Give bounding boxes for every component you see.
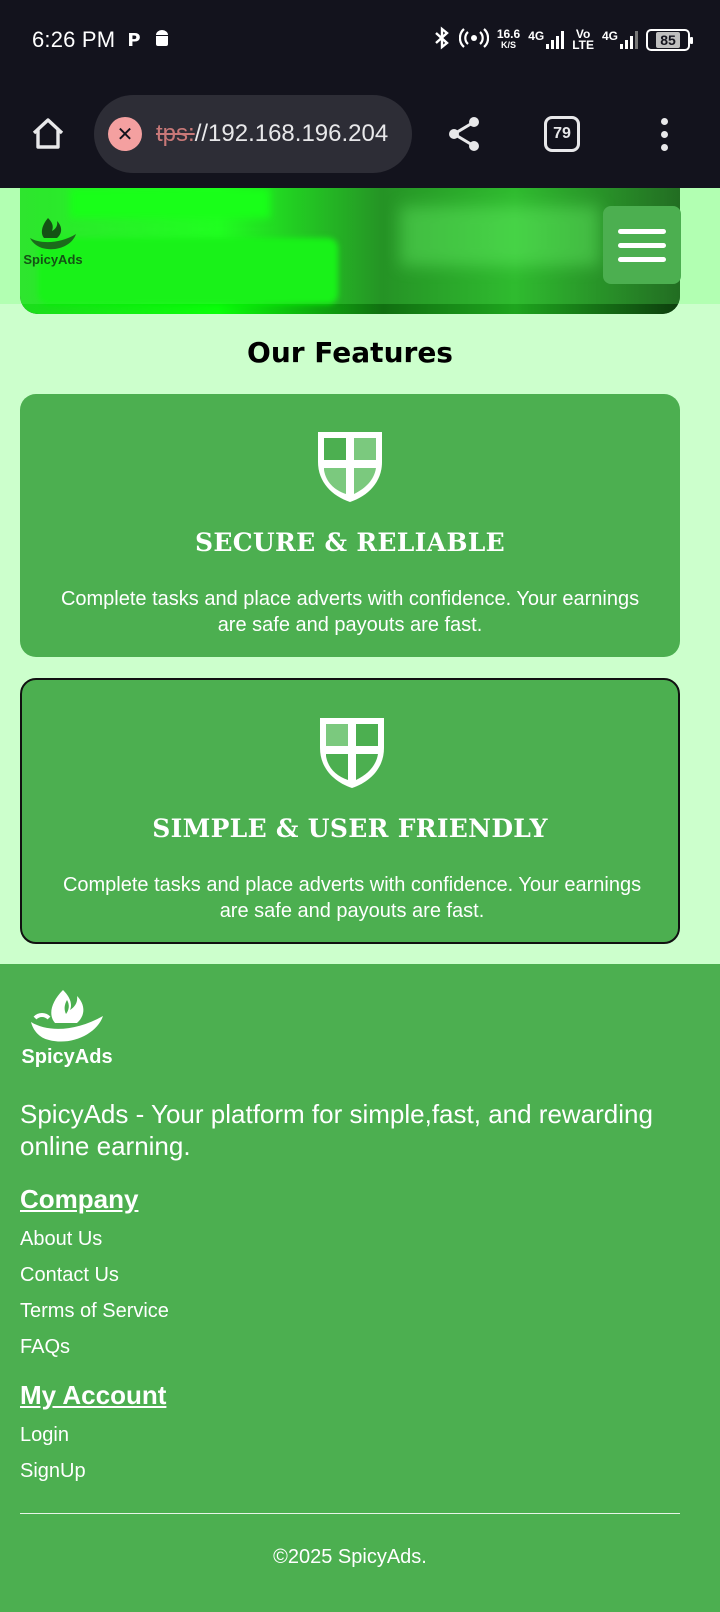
footer-link-faqs[interactable]: FAQs bbox=[20, 1336, 70, 1359]
tab-switcher-button[interactable]: 79 bbox=[544, 116, 580, 152]
share-icon[interactable] bbox=[442, 112, 486, 156]
network-speed: 16.6 K/S bbox=[496, 27, 521, 50]
address-bar[interactable]: ✕ tps://192.168.196.204 bbox=[94, 95, 412, 173]
signal-bars-icon bbox=[546, 31, 565, 49]
shield-icon bbox=[318, 432, 382, 502]
bluetooth-icon bbox=[433, 26, 451, 55]
footer-logo[interactable]: SpicyAds bbox=[20, 988, 114, 1074]
footer-divider bbox=[20, 1513, 680, 1514]
battery-icon: 85 bbox=[646, 29, 693, 51]
android-icon bbox=[153, 28, 171, 52]
home-icon[interactable] bbox=[28, 114, 68, 154]
my-account-heading: My Account bbox=[20, 1380, 167, 1410]
footer-link-signup[interactable]: SignUp bbox=[20, 1460, 86, 1483]
feature-description: Complete tasks and place adverts with co… bbox=[60, 588, 640, 636]
site-footer: SpicyAds SpicyAds - Your platform for si… bbox=[0, 964, 720, 1612]
footer-link-login[interactable]: Login bbox=[20, 1424, 69, 1447]
features-heading: Our Features bbox=[247, 336, 453, 369]
url-text[interactable]: tps://192.168.196.204 bbox=[156, 120, 388, 148]
chili-logo-icon bbox=[31, 990, 103, 1042]
site-logo[interactable]: SpicyAds bbox=[22, 214, 84, 276]
browser-toolbar: ✕ tps://192.168.196.204 79 bbox=[0, 80, 720, 188]
footer-link-contact-us[interactable]: Contact Us bbox=[20, 1264, 119, 1287]
feature-description: Complete tasks and place adverts with co… bbox=[62, 874, 642, 922]
hotspot-icon bbox=[458, 26, 489, 55]
signal-bars-icon bbox=[620, 31, 638, 49]
signal-2: 4G bbox=[602, 30, 638, 49]
parking-icon: P bbox=[127, 29, 141, 51]
hamburger-menu-button[interactable] bbox=[603, 206, 681, 284]
company-heading: Company bbox=[20, 1184, 139, 1214]
feature-title: SIMPLE & USER FRIENDLY bbox=[152, 814, 548, 843]
copyright-text: ©2025 SpicyAds. bbox=[273, 1546, 427, 1568]
shield-icon bbox=[320, 718, 384, 788]
footer-link-about-us[interactable]: About Us bbox=[20, 1228, 102, 1251]
volte-indicator: Vo LTE bbox=[572, 27, 594, 52]
status-bar: 6:26 PM P 16.6 K/S 4G Vo LTE 4G 85 bbox=[0, 0, 720, 80]
feature-card: SECURE & RELIABLE Complete tasks and pla… bbox=[20, 394, 680, 657]
feature-card: SIMPLE & USER FRIENDLY Complete tasks an… bbox=[20, 678, 680, 944]
chili-logo-icon bbox=[30, 218, 76, 250]
more-options-icon[interactable] bbox=[654, 112, 674, 156]
feature-title: SECURE & RELIABLE bbox=[195, 528, 505, 557]
clock: 6:26 PM bbox=[32, 27, 116, 52]
insecure-connection-icon[interactable]: ✕ bbox=[108, 117, 142, 151]
signal-1: 4G bbox=[528, 30, 565, 49]
footer-tagline: SpicyAds - Your platform for simple,fast… bbox=[20, 1099, 653, 1161]
footer-link-terms[interactable]: Terms of Service bbox=[20, 1300, 169, 1323]
